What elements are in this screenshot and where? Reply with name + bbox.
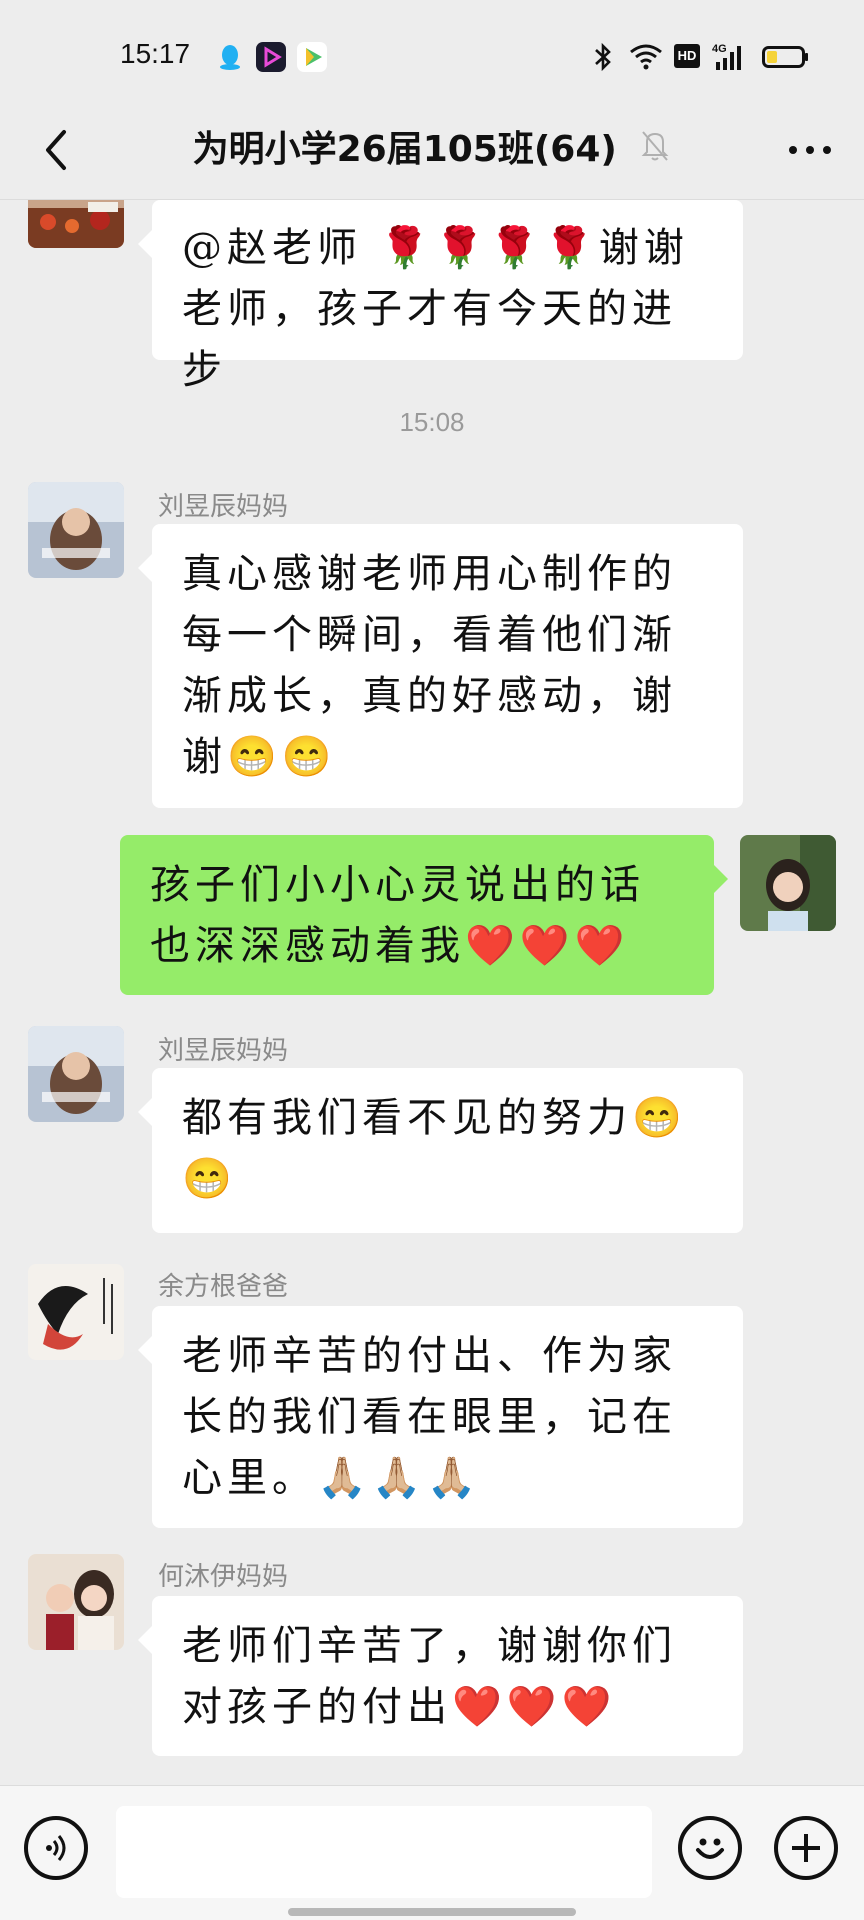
voice-icon xyxy=(46,1835,66,1861)
more-dots-icon xyxy=(789,146,831,154)
avatar[interactable] xyxy=(740,835,836,931)
chat-title-bar: 为明小学26届105班(64) xyxy=(0,100,864,200)
emoji-icon xyxy=(696,1838,724,1859)
sender-name: 余方根爸爸 xyxy=(158,1272,289,1302)
voice-button[interactable] xyxy=(24,1816,88,1880)
more-options-button[interactable] xyxy=(778,122,842,178)
chat-title-wrap: 为明小学26届105班(64) xyxy=(0,122,864,179)
home-indicator[interactable] xyxy=(288,1908,576,1916)
avatar[interactable] xyxy=(28,1554,124,1650)
sender-name: 何沐伊妈妈 xyxy=(158,1562,289,1592)
emoji-button[interactable] xyxy=(678,1816,742,1880)
4g-signal-icon: 4G xyxy=(712,40,746,74)
status-time: 15:17 xyxy=(120,38,191,69)
status-bar: 15:17 HD 4G xyxy=(0,0,864,100)
message-bubble[interactable]: 真心感谢老师用心制作的每一个瞬间，看着他们渐渐成长，真的好感动，谢谢😁😁 xyxy=(138,524,743,808)
message-text: 老师们辛苦了，谢谢你们对孩子的付出❤️❤️❤️ xyxy=(182,1623,677,1730)
bluetooth-icon xyxy=(592,40,614,74)
sender-name: 刘昱辰妈妈 xyxy=(158,1036,289,1066)
avatar[interactable] xyxy=(28,1026,124,1122)
message-input[interactable] xyxy=(116,1806,652,1898)
chat-title: 为明小学26届105班(64) xyxy=(192,129,617,170)
avatar[interactable] xyxy=(28,200,124,248)
message-text: 老师辛苦的付出、作为家长的我们看在眼里，记在心里。🙏🏼🙏🏼🙏🏼 xyxy=(182,1333,677,1501)
svg-text:4G: 4G xyxy=(712,43,727,55)
message-bubble[interactable]: @赵老师 🌹🌹🌹🌹谢谢老师，孩子才有今天的进步 xyxy=(138,200,743,393)
avatar[interactable] xyxy=(28,482,124,578)
message-text: @赵老师 🌹🌹🌹🌹谢谢老师，孩子才有今天的进步 xyxy=(182,225,689,393)
avatar[interactable] xyxy=(28,1264,124,1360)
hd-icon: HD xyxy=(674,44,700,68)
plus-button[interactable] xyxy=(774,1816,838,1880)
qq-icon xyxy=(215,42,245,72)
message-bubble[interactable]: 孩子们小小心灵说出的话也深深感动着我❤️❤️❤️ xyxy=(120,835,728,995)
wifi-icon xyxy=(628,40,664,74)
message-bubble[interactable]: 老师辛苦的付出、作为家长的我们看在眼里，记在心里。🙏🏼🙏🏼🙏🏼 xyxy=(138,1306,743,1528)
plus-icon xyxy=(792,1834,820,1862)
message-text: 真心感谢老师用心制作的每一个瞬间，看着他们渐渐成长，真的好感动，谢谢😁😁 xyxy=(182,551,677,780)
sender-name: 刘昱辰妈妈 xyxy=(158,492,289,522)
media-play-icon xyxy=(297,42,327,72)
message-bubble[interactable]: 都有我们看不见的努力😁😁 xyxy=(138,1068,743,1233)
video-app-icon xyxy=(256,42,286,72)
message-bubble[interactable]: 老师们辛苦了，谢谢你们对孩子的付出❤️❤️❤️ xyxy=(138,1596,743,1756)
time-divider: 15:08 xyxy=(399,407,465,437)
mute-bell-icon xyxy=(639,123,671,179)
input-bar xyxy=(0,1785,864,1920)
message-text: 孩子们小小心灵说出的话也深深感动着我❤️❤️❤️ xyxy=(150,862,645,969)
message-list[interactable]: @赵老师 🌹🌹🌹🌹谢谢老师，孩子才有今天的进步 15:08 刘昱辰妈妈 真心感谢… xyxy=(0,200,864,1785)
message-text: 都有我们看不见的努力😁😁 xyxy=(182,1095,687,1202)
battery-icon xyxy=(762,40,810,74)
